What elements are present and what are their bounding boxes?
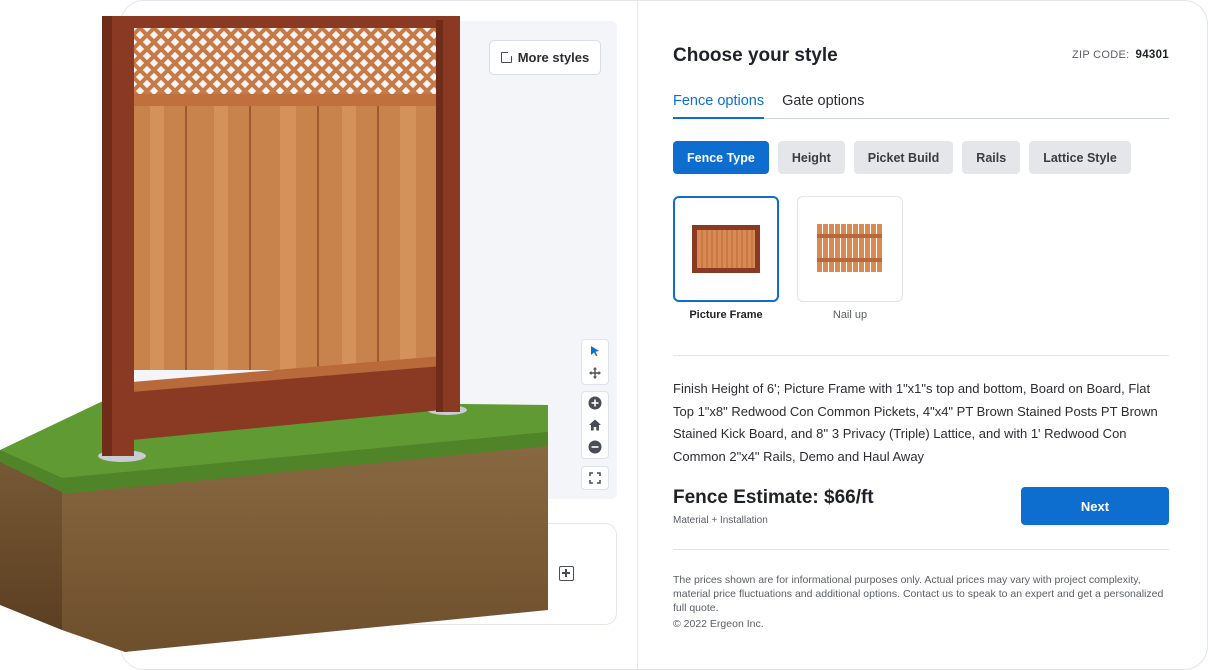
fullscreen-button[interactable]	[582, 467, 608, 489]
fullscreen-icon	[589, 472, 601, 484]
zoom-in-button[interactable]	[582, 392, 608, 414]
option-tabs: Fence options Gate options	[673, 93, 1169, 119]
chip-height[interactable]: Height	[777, 141, 845, 174]
fullscreen-control	[581, 466, 609, 490]
divider	[673, 355, 1169, 356]
panel-divider	[637, 1, 638, 669]
navigation-controls	[581, 339, 609, 385]
chip-fence-type[interactable]: Fence Type	[673, 141, 769, 174]
zip-code: ZIP CODE: 94301	[1072, 49, 1169, 61]
lattice-panel	[130, 26, 442, 98]
select-tool-button[interactable]	[582, 340, 608, 362]
page-title: Choose your style	[673, 45, 838, 66]
middle-rail	[130, 94, 446, 106]
fence-3d-render	[0, 16, 548, 652]
category-chips: Fence Type Height Picket Build Rails Lat…	[673, 141, 1131, 174]
estimate-subtitle: Material + Installation	[673, 515, 768, 526]
pan-tool-button[interactable]	[582, 362, 608, 384]
style-description: Finish Height of 6'; Picture Frame with …	[673, 381, 1158, 464]
divider	[673, 549, 1169, 550]
option-nail-up[interactable]	[797, 196, 903, 302]
top-cap-rail	[130, 16, 460, 28]
zip-value: 94301	[1135, 49, 1169, 61]
chip-lattice-style[interactable]: Lattice Style	[1029, 141, 1131, 174]
option-label-picture-frame: Picture Frame	[689, 309, 763, 321]
home-icon	[589, 419, 601, 431]
next-button[interactable]: Next	[1021, 487, 1169, 525]
expand-plus-icon[interactable]	[559, 566, 574, 581]
fence-estimate: Fence Estimate: $66/ft	[673, 487, 874, 508]
zoom-in-icon	[588, 396, 602, 410]
tab-fence-options[interactable]: Fence options	[673, 93, 765, 119]
picture-frame-thumbnail	[692, 225, 760, 273]
price-disclaimer: The prices shown are for informational p…	[673, 574, 1164, 615]
cursor-arrow-icon	[591, 346, 599, 356]
zoom-controls	[581, 391, 609, 459]
zip-label: ZIP CODE:	[1072, 49, 1130, 61]
move-arrows-icon	[589, 367, 601, 379]
nail-up-thumbnail	[817, 224, 882, 272]
zoom-out-button[interactable]	[582, 436, 608, 458]
tab-gate-options[interactable]: Gate options	[782, 93, 864, 118]
zoom-out-icon	[588, 440, 602, 454]
option-picture-frame[interactable]	[673, 196, 779, 302]
reset-view-button[interactable]	[582, 414, 608, 436]
chip-picket-build[interactable]: Picket Build	[853, 141, 954, 174]
copyright: © 2022 Ergeon Inc.	[673, 618, 764, 630]
chip-rails[interactable]: Rails	[962, 141, 1021, 174]
option-label-nail-up: Nail up	[832, 309, 868, 321]
